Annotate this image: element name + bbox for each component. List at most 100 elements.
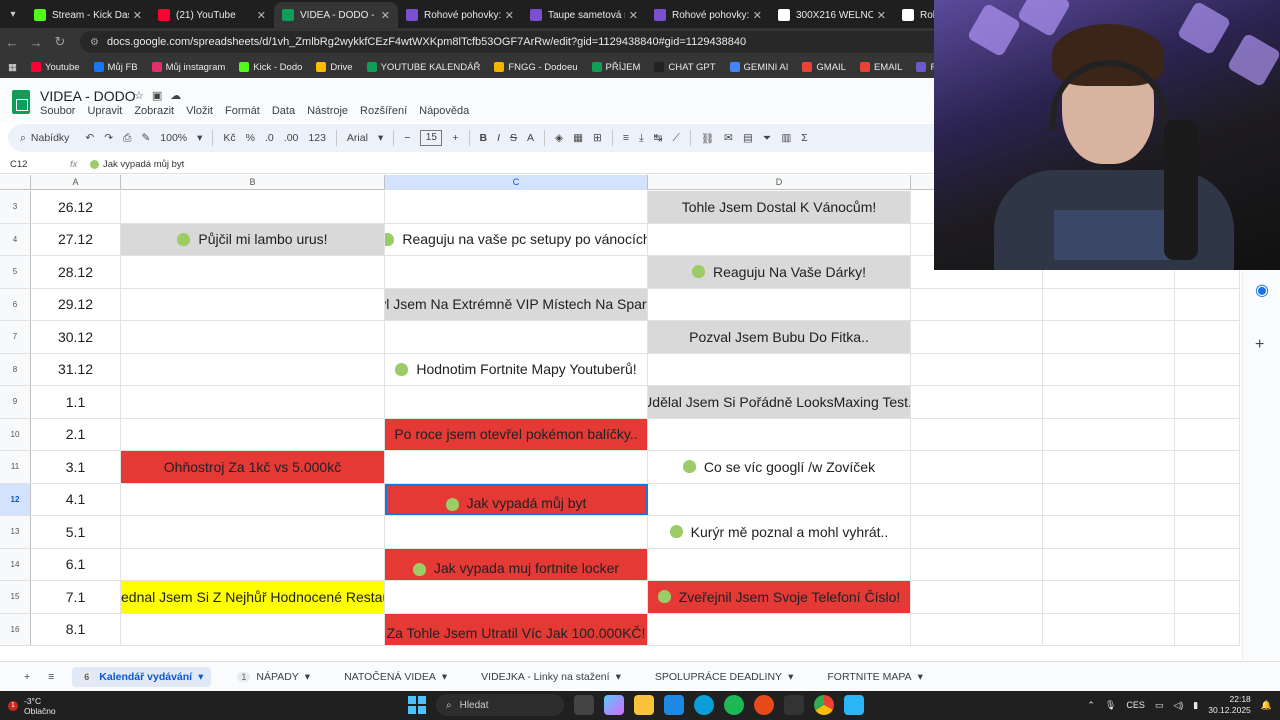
- browser-tab[interactable]: Stream - Kick Dashbo ✕: [26, 2, 150, 28]
- volume-icon[interactable]: ◁): [1173, 700, 1183, 711]
- empty-cell[interactable]: [1175, 418, 1240, 450]
- video-cell[interactable]: [385, 516, 648, 548]
- video-cell[interactable]: Pozval Jsem Bubu Do Fitka..: [648, 321, 911, 353]
- video-cell[interactable]: Za Tohle Jsem Utratil Víc Jak 100.000KČ!: [385, 613, 648, 645]
- menu-item[interactable]: Upravit: [87, 105, 122, 117]
- menu-item[interactable]: Data: [272, 105, 295, 117]
- video-cell[interactable]: [121, 548, 385, 580]
- bookmark-item[interactable]: GMAIL: [802, 62, 846, 73]
- row-header[interactable]: 4: [0, 223, 31, 255]
- video-cell[interactable]: [121, 483, 385, 515]
- app-icon[interactable]: [844, 695, 864, 715]
- print-icon[interactable]: ⎙: [123, 132, 131, 145]
- video-cell[interactable]: [385, 256, 648, 288]
- empty-cell[interactable]: [911, 516, 1043, 548]
- video-cell[interactable]: [121, 288, 385, 320]
- store-icon[interactable]: [664, 695, 684, 715]
- number-format-button[interactable]: 123: [308, 132, 326, 144]
- text-rotation-icon[interactable]: ⟋: [672, 132, 679, 145]
- row-header[interactable]: 10: [0, 418, 31, 450]
- video-cell[interactable]: [648, 613, 911, 645]
- chevron-down-icon[interactable]: ▾: [305, 671, 310, 683]
- chevron-down-icon[interactable]: ▾: [197, 132, 202, 144]
- empty-cell[interactable]: [1175, 516, 1240, 548]
- empty-cell[interactable]: [911, 581, 1043, 613]
- date-cell[interactable]: 2.1: [31, 418, 121, 450]
- menu-search[interactable]: ⌕ Nabídky: [20, 132, 69, 145]
- date-cell[interactable]: 5.1: [31, 516, 121, 548]
- video-cell[interactable]: [385, 451, 648, 483]
- bookmark-item[interactable]: PŘÍJEM: [591, 62, 640, 73]
- chevron-down-icon[interactable]: ▾: [198, 671, 203, 683]
- empty-cell[interactable]: [1043, 288, 1175, 320]
- percent-format-button[interactable]: %: [246, 132, 255, 144]
- video-cell[interactable]: [121, 353, 385, 385]
- browser-tab[interactable]: (21) YouTube ✕: [150, 2, 274, 28]
- decrease-decimal-button[interactable]: .0: [265, 132, 274, 144]
- empty-cell[interactable]: [1175, 288, 1240, 320]
- chevron-down-icon[interactable]: ▾: [788, 671, 793, 683]
- chart-icon[interactable]: ▤: [743, 132, 753, 144]
- font-size-increase-icon[interactable]: +: [452, 132, 458, 144]
- formula-input[interactable]: Jak vypadá můj byt: [90, 159, 184, 170]
- browser-tab[interactable]: Rohové pohovky: Po ✕: [646, 2, 770, 28]
- comment-icon[interactable]: ✉: [724, 132, 733, 144]
- name-box[interactable]: C12: [0, 159, 70, 170]
- sheet-tab[interactable]: 1 NÁPADY ▾: [229, 667, 318, 687]
- date-cell[interactable]: 26.12: [31, 191, 121, 223]
- menu-item[interactable]: Vložit: [186, 105, 213, 117]
- empty-cell[interactable]: [1175, 548, 1240, 580]
- video-cell[interactable]: [385, 191, 648, 223]
- column-header[interactable]: A: [31, 175, 121, 190]
- vertical-align-icon[interactable]: ⤓: [639, 132, 644, 145]
- video-cell[interactable]: Po roce jsem otevřel pokémon balíčky..: [385, 418, 648, 450]
- video-cell[interactable]: [648, 483, 911, 515]
- cloud-status-icon[interactable]: ☁: [170, 89, 181, 102]
- date-cell[interactable]: 31.12: [31, 353, 121, 385]
- copilot-icon[interactable]: [604, 695, 624, 715]
- video-cell[interactable]: ednal Jsem Si Z Nejhůř Hodnocené Restaur…: [121, 581, 385, 613]
- sheet-tab[interactable]: FORTNITE MAPA ▾: [819, 667, 930, 687]
- video-cell[interactable]: [648, 288, 911, 320]
- video-cell[interactable]: Ohňostroj Za 1kč vs 5.000kč: [121, 451, 385, 483]
- video-cell[interactable]: Hodnotim Fortnite Mapy Youtuberů!: [385, 353, 648, 385]
- corner-cell[interactable]: [0, 175, 31, 190]
- empty-cell[interactable]: [1175, 581, 1240, 613]
- close-tab-icon[interactable]: ✕: [381, 9, 390, 22]
- menu-item[interactable]: Rozšíření: [360, 105, 407, 117]
- zoom-select[interactable]: 100%: [160, 132, 187, 144]
- bookmark-item[interactable]: Kick - Dodo: [239, 62, 302, 73]
- row-header[interactable]: 8: [0, 353, 31, 385]
- microphone-icon[interactable]: 🎙: [1105, 700, 1116, 711]
- empty-cell[interactable]: [1175, 451, 1240, 483]
- empty-cell[interactable]: [911, 418, 1043, 450]
- font-size-decrease-icon[interactable]: −: [404, 132, 410, 144]
- empty-cell[interactable]: [911, 483, 1043, 515]
- file-explorer-icon[interactable]: [634, 695, 654, 715]
- row-header[interactable]: 14: [0, 548, 31, 580]
- empty-cell[interactable]: [1043, 418, 1175, 450]
- close-tab-icon[interactable]: ✕: [133, 9, 142, 22]
- forward-icon[interactable]: →: [24, 35, 48, 50]
- empty-cell[interactable]: [1043, 386, 1175, 418]
- text-wrap-icon[interactable]: ↹: [654, 132, 663, 144]
- close-tab-icon[interactable]: ✕: [877, 9, 886, 22]
- empty-cell[interactable]: [911, 386, 1043, 418]
- reload-icon[interactable]: ↻: [48, 34, 72, 50]
- edge-icon[interactable]: [694, 695, 714, 715]
- filter-icon[interactable]: ⏷: [763, 132, 771, 145]
- empty-cell[interactable]: [1175, 321, 1240, 353]
- date-cell[interactable]: 1.1: [31, 386, 121, 418]
- video-cell[interactable]: Byl Jsem Na Extrémně VIP Místech Na Spar…: [385, 288, 648, 320]
- maps-icon[interactable]: ◉: [1255, 280, 1269, 300]
- tab-search-icon[interactable]: ▾: [0, 0, 26, 28]
- menu-item[interactable]: Zobrazit: [134, 105, 174, 117]
- bookmark-item[interactable]: GEMINI AI: [729, 62, 788, 73]
- video-cell[interactable]: Zveřejnil Jsem Svoje Telefoní Číslo!: [648, 581, 911, 613]
- close-tab-icon[interactable]: ✕: [257, 9, 266, 22]
- empty-cell[interactable]: [911, 288, 1043, 320]
- bookmark-item[interactable]: CHAT GPT: [654, 62, 716, 73]
- terminal-icon[interactable]: [784, 695, 804, 715]
- video-cell[interactable]: [385, 321, 648, 353]
- sheet-tab[interactable]: SPOLUPRÁCE DEADLINY ▾: [647, 667, 802, 687]
